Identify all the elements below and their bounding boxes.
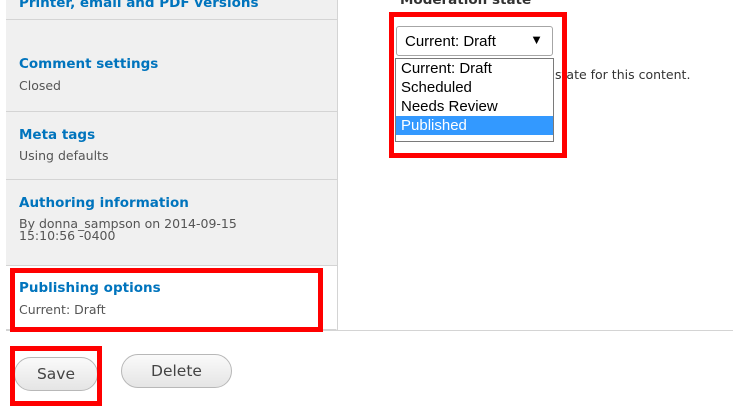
- tab-comment-settings[interactable]: Comment settings Closed: [6, 40, 337, 112]
- tab-summary: Closed: [19, 78, 61, 93]
- tab-authoring-information[interactable]: Authoring information By donna_sampson o…: [6, 180, 337, 266]
- tab-summary: By donna_sampson on 2014-09-15 15:10:56 …: [19, 217, 237, 243]
- tab-meta-tags[interactable]: Meta tags Using defaults: [6, 112, 337, 180]
- moderation-state-label: Moderation state: [400, 0, 532, 8]
- tab-summary: Using defaults: [19, 148, 109, 163]
- moderation-description: state for this content.: [555, 67, 691, 82]
- highlight-box-save: [10, 346, 102, 406]
- tab-title[interactable]: Printer, email and PDF versions: [19, 0, 259, 11]
- tab-summary-line2: 15:10:56 -0400: [19, 228, 116, 243]
- highlight-box-publishing: [10, 268, 323, 332]
- delete-button[interactable]: Delete: [121, 354, 232, 388]
- highlight-box-moderation: [389, 12, 567, 158]
- tab-printer-email-pdf[interactable]: Printer, email and PDF versions: [6, 0, 337, 20]
- tab-title[interactable]: Meta tags: [19, 127, 95, 143]
- tab-title[interactable]: Authoring information: [19, 195, 189, 211]
- tab-title[interactable]: Comment settings: [19, 56, 158, 72]
